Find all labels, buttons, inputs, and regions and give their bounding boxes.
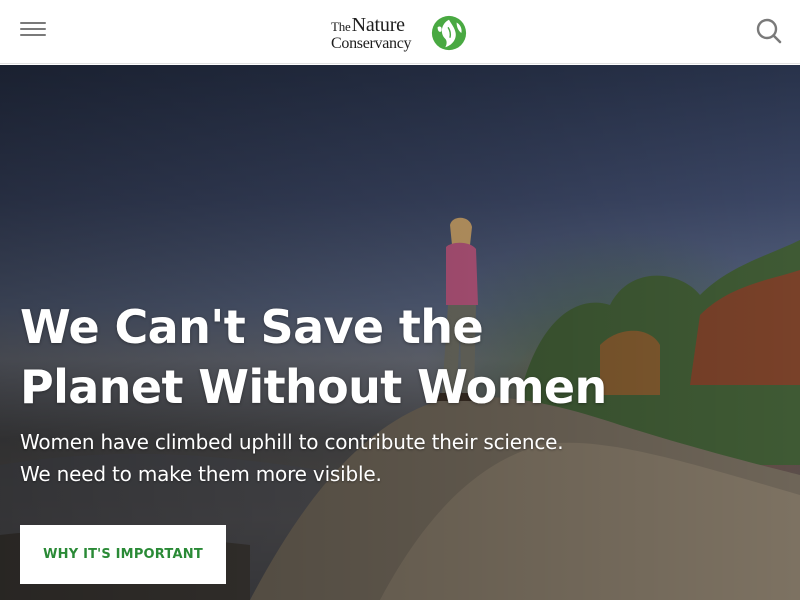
search-icon [756,18,782,44]
logo-word-conservancy: Conservancy [331,35,412,52]
hamburger-menu-icon [20,22,46,24]
leaf-globe-icon [431,15,467,51]
hero-title: We Can't Save the Planet Without Women [20,300,607,414]
site-header: TheNature Conservancy [0,0,800,64]
search-button[interactable] [754,16,784,46]
logo-word-nature: Nature [351,14,405,36]
hero-subtitle: Women have climbed uphill to contribute … [20,430,564,486]
menu-button[interactable] [16,14,50,44]
hero-banner: We Can't Save the Planet Without Women W… [0,65,800,600]
site-logo[interactable]: TheNature Conservancy [330,12,472,54]
why-its-important-button[interactable]: WHY IT'S IMPORTANT [20,525,226,584]
logo-wordmark: TheNature Conservancy [330,12,428,54]
logo-word-the: The [331,19,351,34]
